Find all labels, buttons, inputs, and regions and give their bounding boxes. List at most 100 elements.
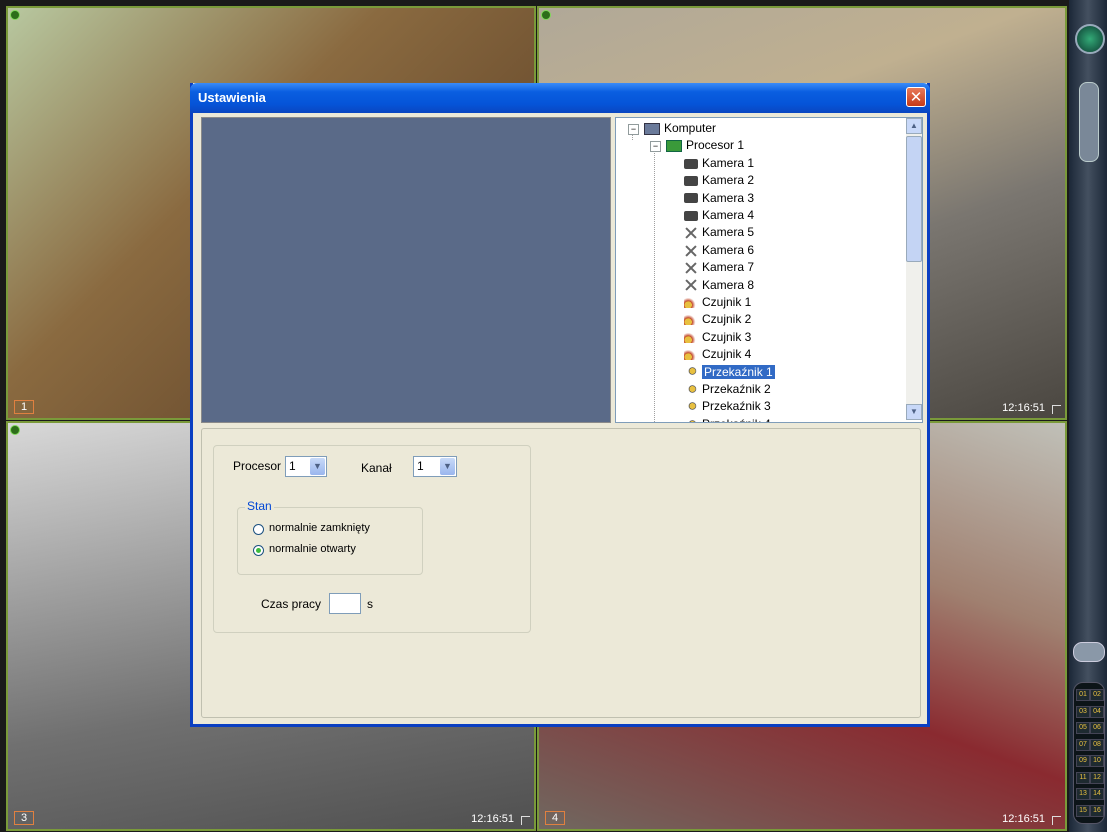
tree-node-device[interactable]: Przekaźnik 2: [684, 381, 771, 398]
tree-node-device[interactable]: Kamera 5: [684, 224, 754, 241]
camera-icon: [684, 193, 698, 204]
scrollbar-thumb[interactable]: [906, 136, 922, 262]
maximize-corner-icon[interactable]: [521, 816, 530, 825]
preview-pane: [201, 117, 611, 423]
tree-node-label: Kamera 6: [702, 242, 755, 257]
channel-button[interactable]: 13: [1076, 788, 1090, 800]
maximize-corner-icon[interactable]: [1052, 405, 1061, 414]
status-led-icon: [10, 425, 20, 435]
channel-button[interactable]: 03: [1076, 705, 1090, 718]
channel-button[interactable]: 12: [1090, 771, 1104, 784]
tree-scrollbar[interactable]: ▲ ▼: [906, 118, 922, 420]
channel-button[interactable]: 10: [1090, 755, 1104, 767]
tree-node-label: Czujnik 1: [702, 295, 752, 309]
channel-button[interactable]: 09: [1076, 755, 1090, 767]
sensor-icon: [684, 332, 698, 343]
tree-node-label: Kamera 2: [702, 173, 755, 188]
chevron-down-icon[interactable]: ▼: [310, 458, 325, 475]
sensor-icon: [684, 315, 698, 326]
processor-icon: [666, 140, 682, 153]
scroll-up-icon[interactable]: ▲: [906, 118, 922, 134]
tree-node-label: Przekaźnik 4: [702, 417, 771, 422]
tree-node-device[interactable]: Kamera 1: [684, 155, 754, 172]
tree-node-device[interactable]: Kamera 4: [684, 207, 754, 224]
tree-node-computer[interactable]: Komputer: [644, 120, 716, 137]
channel-button[interactable]: 14: [1090, 788, 1104, 800]
channel-button[interactable]: 07: [1076, 738, 1090, 751]
maximize-corner-icon[interactable]: [1052, 816, 1061, 825]
tree-node-device[interactable]: Czujnik 1: [684, 294, 751, 311]
chevron-down-icon[interactable]: ▼: [440, 458, 455, 475]
camera-icon: [684, 210, 698, 221]
channel-button[interactable]: 02: [1090, 689, 1104, 701]
work-time-label: Czas pracy: [261, 597, 322, 611]
channel-select[interactable]: 1 ▼: [413, 456, 457, 477]
channel-button[interactable]: 08: [1090, 738, 1104, 751]
tree-node-device[interactable]: Kamera 7: [684, 259, 754, 276]
collapse-icon[interactable]: −: [628, 124, 639, 135]
computer-icon: [644, 122, 660, 135]
tree-node-label: Przekaźnik 1: [702, 364, 775, 379]
relay-icon: [684, 384, 698, 395]
state-group-label: Stan: [245, 499, 274, 513]
prev-next-nav-icon[interactable]: [1073, 642, 1105, 662]
close-button[interactable]: ✕: [906, 87, 926, 107]
scroll-down-icon[interactable]: ▼: [906, 404, 922, 420]
camera-number: 3: [14, 811, 35, 825]
tree-node-device[interactable]: Czujnik 3: [684, 329, 751, 346]
tree-node-label: Kamera 4: [702, 208, 755, 222]
status-led-icon: [541, 10, 551, 20]
settings-dialog: Ustawienia ✕ Komputer − Procesor 1− Kamera …: [190, 83, 930, 727]
channel-button[interactable]: 16: [1090, 804, 1104, 817]
channel-button[interactable]: 11: [1076, 771, 1090, 784]
channel-button[interactable]: 15: [1076, 804, 1090, 817]
tree-node-device[interactable]: Kamera 8: [684, 277, 754, 294]
tree-node-device[interactable]: Przekaźnik 3: [684, 398, 771, 415]
control-panel: 01 02 03 04 05 06 07 08 09 10 11 12 13 14 15 16: [1069, 0, 1107, 832]
camera-number: 1: [14, 400, 35, 414]
layout-selector[interactable]: [1079, 82, 1099, 162]
relay-icon: [684, 402, 698, 413]
tree-node-label: Kamera 7: [702, 260, 755, 275]
state-radio-closed[interactable]: [253, 524, 264, 535]
disabled-x-icon: [684, 263, 698, 273]
tree-node-device[interactable]: Czujnik 2: [684, 311, 751, 328]
tree-node-processor[interactable]: Procesor 1: [666, 137, 744, 154]
state-option-closed: normalnie zamknięty: [269, 522, 370, 534]
tree-node-label: Przekaźnik 3: [702, 399, 771, 414]
disabled-x-icon: [684, 280, 698, 290]
disabled-x-icon: [684, 246, 698, 256]
camera-timestamp: 12:16:51: [1002, 813, 1045, 825]
power-icon[interactable]: [1075, 24, 1105, 54]
relay-icon: [684, 419, 698, 422]
tree-node-label: Czujnik 3: [702, 329, 752, 344]
status-led-icon: [10, 10, 20, 20]
channel-button[interactable]: 01: [1076, 689, 1090, 701]
work-time-input[interactable]: [329, 593, 361, 614]
tree-node-device[interactable]: Kamera 3: [684, 190, 754, 207]
tree-node-device[interactable]: Kamera 2: [684, 172, 754, 189]
channel-button[interactable]: 05: [1076, 722, 1090, 734]
state-radio-open[interactable]: [253, 545, 264, 556]
tree-node-device[interactable]: Kamera 6: [684, 242, 754, 259]
dialog-title: Ustawienia: [198, 90, 266, 105]
tree-node-label: Kamera 8: [702, 277, 755, 292]
relay-icon: [684, 367, 698, 378]
tree-node-label: Procesor 1: [686, 138, 745, 153]
tree-node-device[interactable]: Czujnik 4: [684, 346, 751, 363]
channel-selector: 01 02 03 04 05 06 07 08 09 10 11 12 13 14 15 16: [1073, 682, 1105, 824]
tree-node-label: Kamera 5: [702, 225, 755, 240]
dialog-titlebar[interactable]: Ustawienia ✕: [190, 83, 930, 113]
tree-node-device[interactable]: Przekaźnik 1: [684, 364, 775, 381]
processor-select[interactable]: 1 ▼: [285, 456, 327, 477]
device-tree[interactable]: Komputer − Procesor 1− Kamera 1 Kamera 2 Kame…: [615, 117, 923, 423]
channel-button[interactable]: 06: [1090, 722, 1104, 734]
tree-node-device[interactable]: Przekaźnik 4: [684, 416, 771, 422]
collapse-icon[interactable]: −: [650, 141, 661, 153]
tree-node-label: Czujnik 4: [702, 347, 752, 362]
tree-node-label: Komputer: [664, 121, 717, 135]
state-option-open: normalnie otwarty: [269, 543, 356, 555]
channel-button[interactable]: 04: [1090, 705, 1104, 718]
disabled-x-icon: [684, 228, 698, 238]
tree-line: [654, 146, 655, 422]
